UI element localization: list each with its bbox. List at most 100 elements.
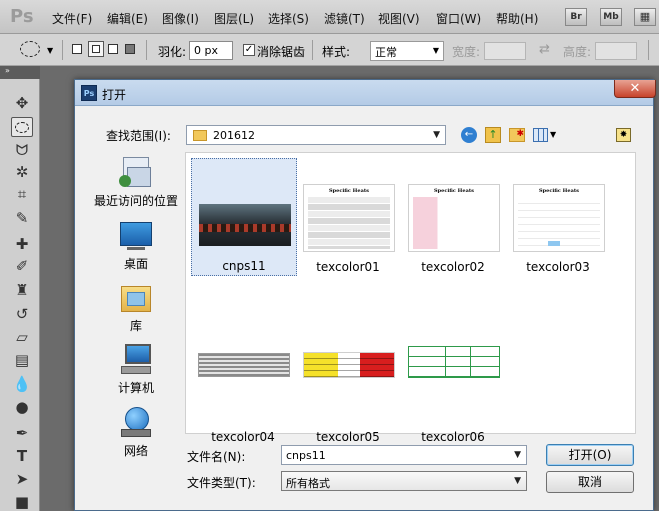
thumbnail-image (198, 353, 290, 377)
style-select[interactable]: 正常 ▼ (370, 41, 444, 61)
eraser-tool-icon[interactable]: ▱ (11, 327, 33, 347)
width-label: 宽度: (452, 45, 481, 59)
file-item[interactable]: texcolor05 (296, 328, 402, 446)
blur-tool-icon[interactable]: 💧 (11, 374, 33, 394)
recent-places-icon (119, 157, 153, 189)
desktop-icon (119, 220, 153, 252)
place-network[interactable]: 网络 (87, 407, 185, 459)
tools-panel: » ✥ ᗢ ✲ ⌗ ✎ ✚ ✐ ♜ ↺ ▱ ▤ 💧 ● ✒ T ➤ ■ (0, 66, 40, 511)
back-icon[interactable]: ← (461, 127, 477, 143)
dodge-tool-icon[interactable]: ● (11, 397, 33, 417)
place-desktop[interactable]: 桌面 (87, 220, 185, 272)
clone-stamp-tool-icon[interactable]: ♜ (11, 280, 33, 300)
photoshop-app-icon: Ps (81, 85, 97, 101)
menu-window[interactable]: 窗口(W) (436, 10, 481, 27)
filename-label: 文件名(N): (187, 450, 246, 464)
file-list[interactable]: cnps11 Specific Heats texcolor01 Specifi… (185, 152, 636, 444)
places-bar: 最近访问的位置 桌面 库 计算机 网络 (87, 152, 185, 492)
thumbnail-image: Specific Heats (513, 184, 605, 252)
healing-brush-tool-icon[interactable]: ✚ (11, 234, 33, 254)
thumbnail-image: Specific Heats (303, 184, 395, 252)
brush-tool-icon[interactable]: ✐ (11, 256, 33, 276)
thumbnail-image (408, 346, 500, 378)
library-icon (119, 282, 153, 314)
type-tool-icon[interactable]: T (11, 446, 33, 466)
chevron-down-icon: ▼ (514, 450, 521, 460)
close-button[interactable]: ✕ (614, 80, 656, 98)
pen-tool-icon[interactable]: ✒ (11, 423, 33, 443)
chevron-down-icon[interactable]: ▼ (550, 130, 556, 139)
style-label: 样式: (322, 45, 351, 59)
height-label: 高度: (563, 45, 592, 59)
filename-input[interactable]: cnps11 ▼ (281, 445, 527, 465)
lasso-tool-icon[interactable]: ᗢ (11, 140, 33, 160)
quick-select-tool-icon[interactable]: ✲ (11, 162, 33, 182)
menu-file[interactable]: 文件(F) (52, 10, 92, 27)
height-input (595, 42, 637, 60)
menu-edit[interactable]: 编辑(E) (107, 10, 148, 27)
dialog-titlebar[interactable]: Ps 打开 (75, 80, 653, 106)
swap-icon: ⇄ (539, 42, 550, 57)
new-folder-icon[interactable]: ✱ (509, 128, 525, 142)
bridge-button[interactable]: Br (565, 8, 587, 26)
rectangle-tool-icon[interactable]: ■ (11, 492, 33, 511)
computer-icon (119, 344, 153, 376)
gradient-tool-icon[interactable]: ▤ (11, 350, 33, 370)
place-computer[interactable]: 计算机 (87, 344, 185, 396)
file-item[interactable]: Specific Heats texcolor03 (506, 158, 612, 276)
crop-tool-icon[interactable]: ⌗ (11, 184, 33, 204)
dialog-title: 打开 (102, 88, 127, 102)
feather-input[interactable]: 0 px (189, 41, 233, 60)
file-item[interactable]: Specific Heats texcolor01 (296, 158, 402, 276)
chevron-down-icon: ▼ (433, 130, 440, 140)
thumbnail-image: Specific Heats (408, 184, 500, 252)
menu-help[interactable]: 帮助(H) (496, 10, 538, 27)
folder-icon (193, 130, 207, 141)
screen-mode-button[interactable]: ▦ (634, 8, 656, 26)
cancel-button[interactable]: 取消 (546, 471, 634, 493)
options-bar: ▼ 羽化: 0 px ✓ 消除锯齿 样式: 正常 ▼ 宽度: ⇄ 高度: (0, 34, 659, 66)
preview-panel-icon[interactable]: ✸ (616, 128, 631, 142)
menu-bar: Ps 文件(F) 编辑(E) 图像(I) 图层(L) 选择(S) 滤镜(T) 视… (0, 0, 659, 34)
width-input (484, 42, 526, 60)
chevron-down-icon[interactable]: ▼ (47, 46, 53, 55)
antialias-label: 消除锯齿 (257, 45, 306, 59)
lookin-label: 查找范围(I): (106, 129, 171, 143)
history-brush-tool-icon[interactable]: ↺ (11, 304, 33, 324)
menu-layer[interactable]: 图层(L) (214, 10, 254, 27)
up-folder-icon[interactable]: ↑ (485, 127, 501, 143)
menu-view[interactable]: 视图(V) (378, 10, 420, 27)
file-item[interactable]: Specific Heats texcolor02 (401, 158, 507, 276)
minibridge-button[interactable]: Mb (600, 8, 622, 26)
file-item[interactable]: texcolor04 (191, 328, 297, 446)
filetype-select[interactable]: 所有格式 ▼ (281, 471, 527, 491)
panel-collapse-icon[interactable]: » (0, 66, 40, 79)
chevron-down-icon: ▼ (432, 46, 439, 55)
open-button[interactable]: 打开(O) (546, 444, 634, 466)
photoshop-logo: Ps (10, 6, 34, 27)
close-icon: ✕ (629, 81, 641, 96)
menu-filter[interactable]: 滤镜(T) (324, 10, 365, 27)
path-select-tool-icon[interactable]: ➤ (11, 469, 33, 489)
view-menu-icon[interactable] (533, 128, 548, 142)
thumbnail-image (303, 352, 395, 379)
network-globe-icon (119, 407, 153, 439)
new-selection-icon[interactable] (72, 44, 82, 54)
marquee-tool-icon[interactable] (11, 117, 33, 137)
place-recent[interactable]: 最近访问的位置 (87, 157, 185, 209)
filetype-label: 文件类型(T): (187, 476, 256, 490)
lookin-combo[interactable]: 201612 ▼ (186, 125, 446, 145)
intersect-selection-icon[interactable] (125, 44, 135, 54)
subtract-selection-icon[interactable] (108, 44, 118, 54)
menu-select[interactable]: 选择(S) (268, 10, 309, 27)
eyedropper-tool-icon[interactable]: ✎ (11, 208, 33, 228)
file-item[interactable]: cnps11 (191, 158, 297, 276)
open-dialog: Ps 打开 ✕ 查找范围(I): 201612 ▼ ← ↑ ✱ ▼ ✸ 最近访问… (74, 79, 656, 511)
antialias-checkbox[interactable]: ✓ (243, 44, 255, 56)
place-library[interactable]: 库 (87, 282, 185, 334)
elliptical-marquee-icon[interactable] (20, 41, 40, 57)
menu-image[interactable]: 图像(I) (162, 10, 199, 27)
file-item[interactable]: texcolor06 (401, 328, 507, 446)
thumbnail-image (199, 204, 291, 246)
move-tool-icon[interactable]: ✥ (11, 93, 33, 113)
